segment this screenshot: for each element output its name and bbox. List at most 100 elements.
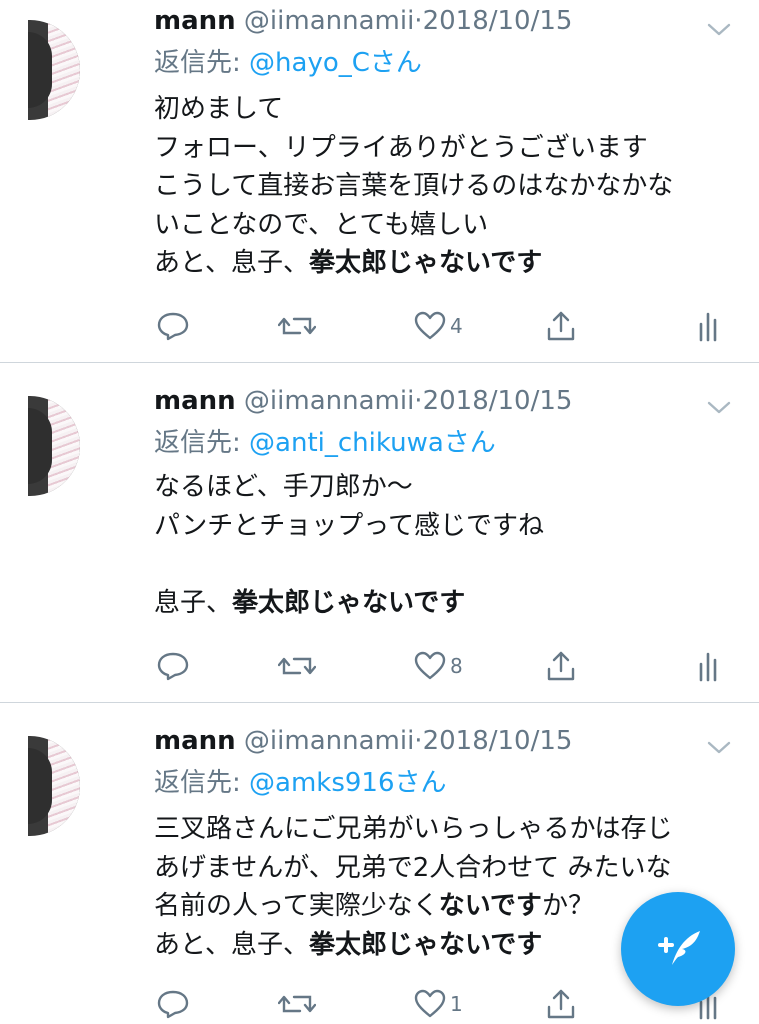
tweet-divider	[0, 362, 759, 363]
tweet-text-line: 初めまして	[154, 90, 673, 129]
display-name[interactable]: mann	[154, 726, 236, 756]
text-run: 息子、	[154, 587, 233, 618]
like-count: 1	[450, 992, 463, 1016]
tweet-text-line: あと、息子、拳太郎じゃないです	[154, 244, 673, 283]
share-button[interactable]	[545, 648, 577, 684]
analytics-button[interactable]	[698, 308, 722, 344]
analytics-icon	[698, 310, 722, 342]
display-name[interactable]: mann	[154, 6, 236, 36]
reply-context: 返信先: @amks916さん	[154, 766, 447, 800]
reply-icon	[156, 651, 190, 681]
like-button[interactable]: 8	[414, 648, 463, 684]
avatar[interactable]	[28, 736, 80, 836]
reply-button[interactable]	[156, 648, 190, 684]
tweet-text: 初めましてフォロー、リプライありがとうございます こうして直接お言葉を頂けるのはな…	[154, 90, 673, 283]
separator-dot: ·	[414, 6, 423, 36]
reply-context: 返信先: @anti_chikuwaさん	[154, 426, 496, 460]
reply-icon	[156, 989, 190, 1019]
tweet-date[interactable]: 2018/10/15	[423, 6, 573, 36]
avatar[interactable]	[28, 20, 80, 120]
tweet-actions: 4	[0, 308, 759, 344]
reply-label: 返信先:	[154, 768, 241, 798]
reply-icon	[156, 311, 190, 341]
retweet-button[interactable]	[278, 308, 316, 344]
tweet-text-line	[154, 545, 544, 584]
tweet-text: 三叉路さんにご兄弟がいらっしゃるかは存じ あげませんが、兄弟で2人合わせて みたい…	[154, 810, 672, 964]
tweet-date[interactable]: 2018/10/15	[423, 726, 573, 756]
text-run: なるほど、手刀郎か〜	[154, 472, 413, 502]
like-count: 8	[450, 654, 463, 678]
user-handle[interactable]: @iimannamii	[244, 6, 414, 36]
display-name[interactable]: mann	[154, 386, 236, 416]
compose-tweet-icon	[652, 925, 704, 973]
tweet-header: mann @iimannamii·2018/10/15	[154, 4, 572, 38]
analytics-icon	[698, 650, 722, 682]
reply-to-link[interactable]: @anti_chikuwaさん	[249, 428, 496, 458]
separator-dot: ·	[414, 386, 423, 416]
tweet-text-line: 名前の人って実際少なくないですか？	[154, 887, 672, 926]
retweet-icon	[278, 989, 316, 1019]
text-run: 初めまして	[154, 94, 284, 124]
analytics-button[interactable]	[698, 648, 722, 684]
reply-button[interactable]	[156, 986, 190, 1022]
text-run: あと、息子、	[154, 929, 309, 960]
tweet-actions: 8	[0, 648, 759, 684]
text-run: フォロー、リプライありがとうございます	[154, 132, 648, 163]
tweet-text-line: パンチとチョップって感じですね	[154, 507, 544, 546]
like-button[interactable]: 4	[414, 308, 463, 344]
bold-text: 拳太郎じゃないです	[308, 248, 543, 278]
tweet-header: mann @iimannamii·2018/10/15	[154, 724, 572, 758]
text-run: パンチとチョップって感じですね	[154, 510, 545, 541]
text-run: 名前の人って実際少なく	[154, 891, 439, 921]
reply-label: 返信先:	[154, 428, 241, 458]
tweet-date[interactable]: 2018/10/15	[423, 386, 573, 416]
tweet-text: なるほど、手刀郎か〜 パンチとチョップって感じですね 息子、拳太郎じゃないです	[154, 468, 544, 622]
compose-tweet-button[interactable]	[621, 892, 735, 1006]
text-run: こうして直接お言葉を頂けるのはなかなかな	[154, 171, 674, 201]
reply-to-link[interactable]: @hayo_Cさん	[249, 48, 422, 78]
text-run: 三叉路さんにご兄弟がいらっしゃるかは存じ	[154, 814, 673, 844]
tweet-text-line: あと、息子、拳太郎じゃないです	[154, 926, 672, 965]
share-icon	[545, 650, 577, 682]
heart-icon	[414, 311, 446, 341]
reply-context: 返信先: @hayo_Cさん	[154, 46, 422, 80]
chevron-down-icon[interactable]	[706, 20, 732, 40]
bold-text: ないです	[438, 891, 542, 921]
tweet-text-line: 三叉路さんにご兄弟がいらっしゃるかは存じ	[154, 810, 672, 849]
tweet-text-line: いことなので、とても嬉しい	[154, 206, 673, 245]
chevron-down-icon[interactable]	[706, 738, 732, 758]
tweet-text-line: 息子、拳太郎じゃないです	[154, 584, 544, 623]
separator-dot: ·	[414, 726, 423, 756]
retweet-icon	[278, 311, 316, 341]
share-icon	[545, 988, 577, 1020]
text-run: いことなので、とても嬉しい	[154, 209, 489, 240]
share-button[interactable]	[545, 986, 577, 1022]
user-handle[interactable]: @iimannamii	[244, 386, 414, 416]
text-run: あげませんが、兄弟で2人合わせて みたいな	[154, 852, 672, 883]
like-button[interactable]: 1	[414, 986, 463, 1022]
avatar[interactable]	[28, 396, 80, 496]
share-icon	[545, 310, 577, 342]
share-button[interactable]	[545, 308, 577, 344]
text-run: か？	[541, 891, 594, 921]
heart-icon	[414, 989, 446, 1019]
tweet-text-line: フォロー、リプライありがとうございます	[154, 129, 673, 168]
tweet-text-line: あげませんが、兄弟で2人合わせて みたいな	[154, 849, 672, 888]
retweet-button[interactable]	[278, 986, 316, 1022]
bold-text: 拳太郎じゃないです	[308, 929, 543, 960]
heart-icon	[414, 651, 446, 681]
tweet-divider	[0, 702, 759, 703]
like-count: 4	[450, 314, 463, 338]
chevron-down-icon[interactable]	[706, 398, 732, 418]
retweet-icon	[278, 651, 316, 681]
reply-to-link[interactable]: @amks916さん	[249, 768, 447, 798]
text-run: あと、息子、	[154, 248, 309, 278]
tweet-text-line: なるほど、手刀郎か〜	[154, 468, 544, 507]
tweet-text-line: こうして直接お言葉を頂けるのはなかなかな	[154, 167, 673, 206]
bold-text: 拳太郎じゃないです	[232, 587, 466, 618]
tweet-header: mann @iimannamii·2018/10/15	[154, 384, 572, 418]
retweet-button[interactable]	[278, 648, 316, 684]
reply-label: 返信先:	[154, 48, 241, 78]
user-handle[interactable]: @iimannamii	[244, 726, 414, 756]
reply-button[interactable]	[156, 308, 190, 344]
